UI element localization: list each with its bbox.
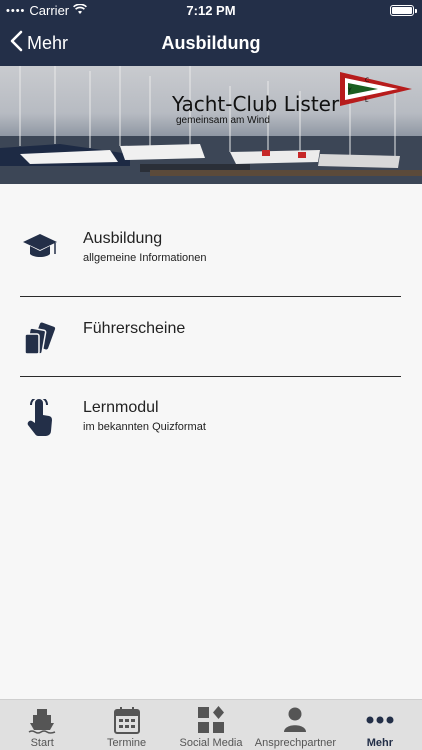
club-slogan: gemeinsam am Wind: [176, 115, 270, 126]
tab-start[interactable]: Start: [0, 700, 84, 750]
tab-ansprechpartner[interactable]: Ansprechpartner: [253, 700, 337, 750]
svg-text:Y: Y: [347, 87, 352, 94]
list-item-subtitle: im bekannten Quizformat: [83, 421, 206, 433]
list-item-title: Lernmodul: [83, 399, 159, 416]
divider: [20, 296, 401, 297]
tab-social-media[interactable]: Social Media: [169, 700, 253, 750]
tab-label: Termine: [107, 737, 147, 749]
club-flag-logo: C Y L: [340, 72, 412, 106]
svg-text:C: C: [365, 77, 369, 84]
tab-label: Ansprechpartner: [254, 737, 337, 749]
tab-bar: Start Termine Social Media Ansprechpartn…: [0, 699, 422, 750]
list-item-ausbildung[interactable]: Ausbildung allgemeine Informationen: [0, 206, 422, 286]
license-cards-icon: [20, 318, 60, 358]
person-icon: [253, 706, 337, 734]
list-item-fuehrerscheine[interactable]: Führerscheine: [0, 298, 422, 378]
list-item-title: Ausbildung: [83, 230, 163, 247]
tap-hand-icon: [20, 398, 60, 438]
more-dots-icon: [338, 706, 422, 734]
club-banner: C Y L Yacht-Club Lister gemeinsam am Win…: [0, 66, 422, 184]
navigation-bar: •••• Carrier 7:12 PM Mehr Ausbildung: [0, 0, 422, 66]
battery-icon: [390, 5, 417, 16]
page-title: Ausbildung: [161, 33, 261, 53]
calendar-icon: [84, 706, 168, 734]
tab-label: Mehr: [366, 737, 393, 749]
graduation-cap-icon: [20, 226, 60, 266]
list-item-lernmodul[interactable]: Lernmodul im bekannten Quizformat: [0, 378, 422, 458]
tab-label: Social Media: [179, 737, 243, 749]
status-time: 7:12 PM: [186, 3, 236, 18]
shapes-icon: [169, 706, 253, 734]
status-bar: •••• Carrier 7:12 PM: [0, 0, 422, 20]
list-item-title: Führerscheine: [83, 320, 186, 337]
ship-icon: [0, 706, 84, 734]
divider: [20, 376, 401, 377]
list-item-subtitle: allgemeine Informationen: [83, 252, 207, 264]
tab-label: Start: [30, 737, 54, 749]
tab-mehr[interactable]: Mehr: [338, 700, 422, 750]
tab-termine[interactable]: Termine: [84, 700, 168, 750]
club-name: Yacht-Club Lister: [172, 92, 340, 116]
